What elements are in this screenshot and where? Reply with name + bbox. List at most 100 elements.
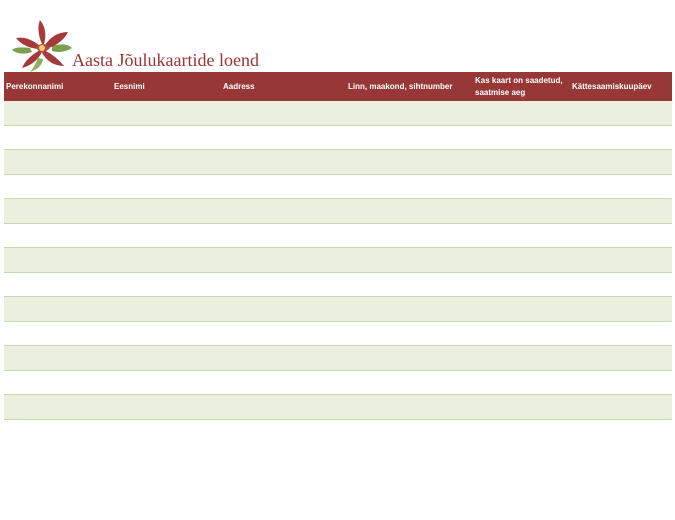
table-cell[interactable] [473, 321, 570, 346]
table-cell[interactable] [346, 223, 473, 248]
col-header-card-sent[interactable]: Kas kaart on saadetud, saatmise aeg [473, 72, 570, 101]
table-cell[interactable] [221, 125, 346, 150]
table-cell[interactable] [570, 101, 672, 126]
table-row [4, 370, 672, 395]
table-cell[interactable] [570, 174, 672, 199]
table-cell[interactable] [221, 174, 346, 199]
table-cell[interactable] [570, 247, 672, 273]
table-row [4, 101, 672, 126]
table-header-row: Perekonnanimi Eesnimi Aadress Linn, maak… [4, 72, 672, 101]
table-row [4, 174, 672, 199]
table-cell[interactable] [221, 321, 346, 346]
petal-top [38, 20, 46, 44]
table-cell[interactable] [4, 370, 112, 395]
table-cell[interactable] [473, 174, 570, 199]
table-cell[interactable] [570, 345, 672, 371]
table-cell[interactable] [112, 125, 221, 150]
col-header-received-date[interactable]: Kättesaamiskuupäev [570, 72, 672, 101]
table-cell[interactable] [473, 149, 570, 175]
table-cell[interactable] [221, 149, 346, 175]
table-cell[interactable] [112, 321, 221, 346]
leaf-right [52, 44, 72, 52]
table-cell[interactable] [112, 149, 221, 175]
table-cell[interactable] [112, 272, 221, 297]
table-cell[interactable] [112, 198, 221, 224]
table-cell[interactable] [473, 272, 570, 297]
table-cell[interactable] [346, 296, 473, 322]
table-cell[interactable] [112, 394, 221, 420]
table-cell[interactable] [570, 296, 672, 322]
table-row [4, 272, 672, 297]
col-header-first-name[interactable]: Eesnimi [112, 72, 221, 101]
table-cell[interactable] [346, 394, 473, 420]
table-cell[interactable] [570, 370, 672, 395]
table-row [4, 247, 672, 273]
table-cell[interactable] [4, 321, 112, 346]
table-cell[interactable] [570, 223, 672, 248]
table-cell[interactable] [4, 223, 112, 248]
table-cell[interactable] [112, 370, 221, 395]
table-row [4, 223, 672, 248]
table-cell[interactable] [221, 394, 346, 420]
table-cell[interactable] [221, 370, 346, 395]
table-cell[interactable] [473, 223, 570, 248]
table-cell[interactable] [570, 125, 672, 150]
table-cell[interactable] [570, 198, 672, 224]
col-header-last-name[interactable]: Perekonnanimi [4, 72, 112, 101]
table-cell[interactable] [4, 247, 112, 273]
table-cell[interactable] [112, 174, 221, 199]
table-cell[interactable] [4, 272, 112, 297]
table-cell[interactable] [112, 247, 221, 273]
table-row [4, 321, 672, 346]
table-cell[interactable] [473, 101, 570, 126]
table-cell[interactable] [346, 125, 473, 150]
table-cell[interactable] [4, 198, 112, 224]
table-cell[interactable] [4, 174, 112, 199]
table-cell[interactable] [473, 247, 570, 273]
table-cell[interactable] [346, 370, 473, 395]
table-cell[interactable] [221, 101, 346, 126]
table-cell[interactable] [4, 394, 112, 420]
petal-lower-right [42, 50, 64, 66]
table-cell[interactable] [570, 394, 672, 420]
table-cell[interactable] [112, 296, 221, 322]
table-cell[interactable] [112, 101, 221, 126]
table-cell[interactable] [346, 174, 473, 199]
table-cell[interactable] [221, 198, 346, 224]
table-cell[interactable] [4, 296, 112, 322]
table-cell[interactable] [4, 125, 112, 150]
table-cell[interactable] [473, 370, 570, 395]
table-cell[interactable] [221, 223, 346, 248]
christmas-card-table: Perekonnanimi Eesnimi Aadress Linn, maak… [4, 72, 672, 420]
table-cell[interactable] [346, 101, 473, 126]
col-header-address[interactable]: Aadress [221, 72, 346, 101]
poinsettia-icon [12, 20, 72, 72]
table-cell[interactable] [473, 394, 570, 420]
table-cell[interactable] [112, 223, 221, 248]
table-row [4, 394, 672, 420]
table-cell[interactable] [346, 321, 473, 346]
document-title: Aasta Jõulukaartide loend [72, 50, 259, 70]
table-cell[interactable] [473, 345, 570, 371]
table-cell[interactable] [346, 345, 473, 371]
table-cell[interactable] [221, 345, 346, 371]
table-cell[interactable] [4, 101, 112, 126]
table-cell[interactable] [221, 296, 346, 322]
flower-center [39, 45, 45, 51]
table-cell[interactable] [346, 247, 473, 273]
table-cell[interactable] [570, 149, 672, 175]
table-cell[interactable] [346, 272, 473, 297]
table-cell[interactable] [473, 198, 570, 224]
table-cell[interactable] [473, 296, 570, 322]
table-cell[interactable] [4, 345, 112, 371]
table-cell[interactable] [570, 321, 672, 346]
col-header-city-county-zip[interactable]: Linn, maakond, sihtnumber [346, 72, 473, 101]
table-cell[interactable] [570, 272, 672, 297]
table-cell[interactable] [346, 198, 473, 224]
table-cell[interactable] [346, 149, 473, 175]
table-cell[interactable] [4, 149, 112, 175]
table-cell[interactable] [221, 247, 346, 273]
table-cell[interactable] [221, 272, 346, 297]
table-cell[interactable] [112, 345, 221, 371]
table-cell[interactable] [473, 125, 570, 150]
